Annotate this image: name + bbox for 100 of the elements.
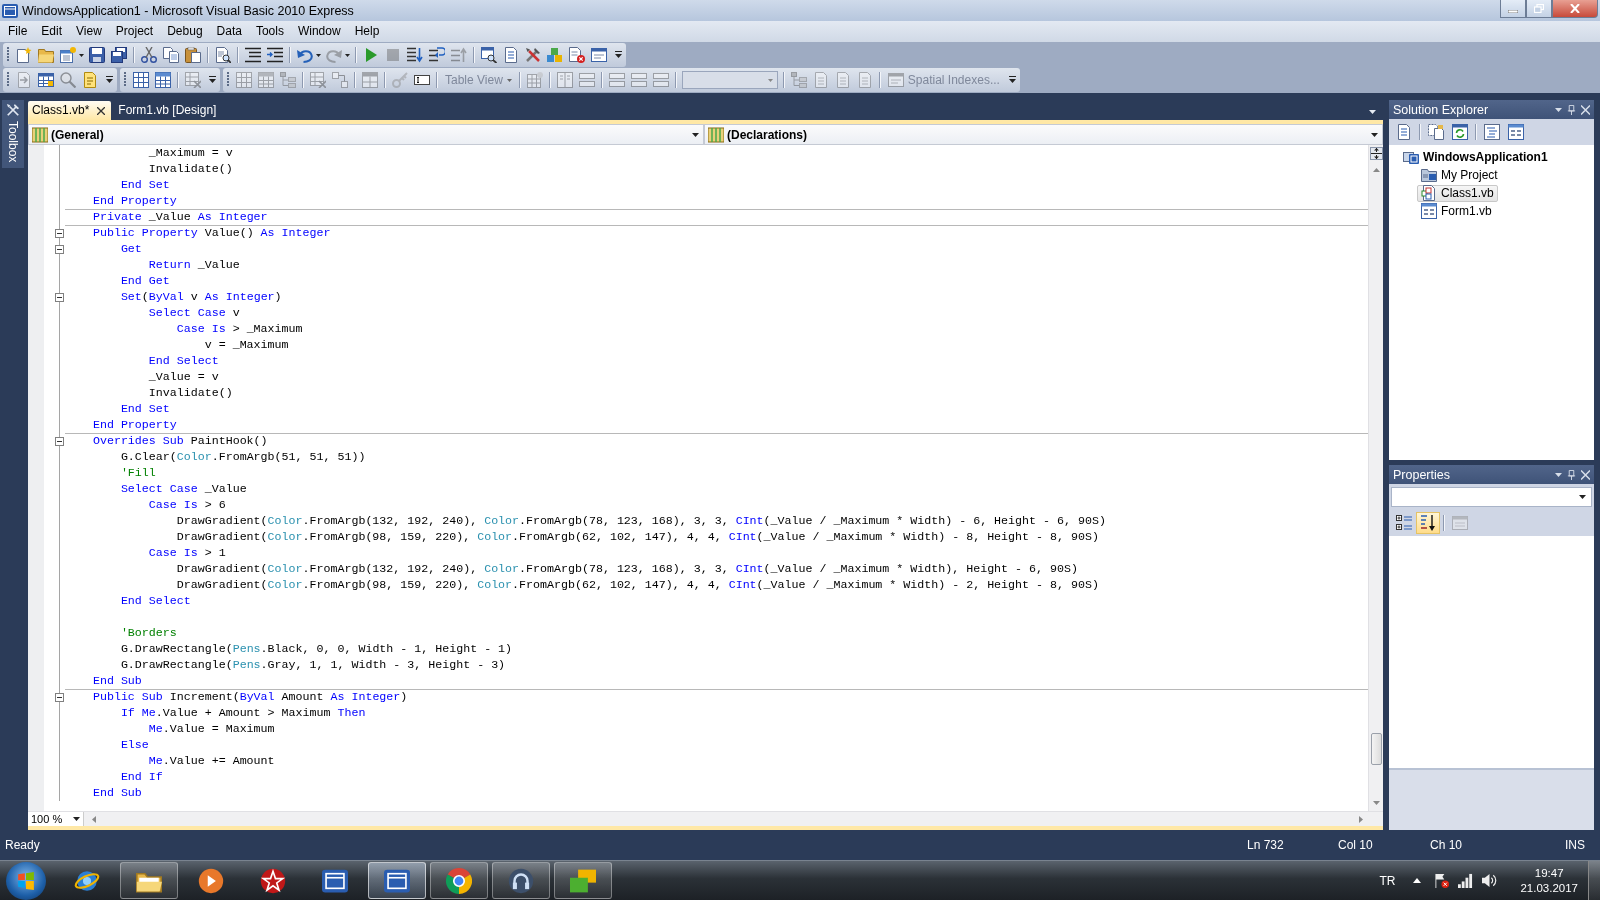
tree-item[interactable]: Class1.vb [1417,184,1498,202]
grip-icon[interactable] [7,47,10,63]
taskbar-button[interactable] [492,862,550,899]
toolbar-button[interactable] [478,44,500,66]
toolbar-button[interactable] [86,44,108,66]
overflow-icon[interactable] [1008,76,1016,84]
collapse-icon[interactable] [55,228,64,238]
caret-icon [316,53,321,57]
rows-icon [578,72,595,88]
tools-icon [525,47,541,63]
overflow-icon[interactable] [106,76,113,84]
caret-icon[interactable] [1555,107,1562,112]
menu-item[interactable]: Window [290,21,348,42]
restore-button[interactable] [1526,0,1552,18]
menu-item[interactable]: Debug [160,21,210,42]
scroll-thumb[interactable] [1370,733,1382,765]
menu-item[interactable]: Help [347,21,387,42]
zoom-dropdown[interactable]: 100 % [28,812,84,826]
overflow-icon[interactable] [209,76,216,84]
code-line: Case Is > _Maximum [176,322,303,335]
caret-up-icon[interactable] [1413,878,1422,883]
app-icon [384,867,410,894]
status-message: Ready [4,838,41,852]
vertical-scrollbar[interactable] [1368,145,1383,811]
taskbar-button[interactable] [554,862,612,899]
member-dropdown[interactable]: (General) [28,124,704,145]
language-indicator[interactable]: TR [1379,873,1396,888]
pages-icon [1428,124,1444,140]
grip-icon[interactable] [227,72,230,88]
code-line: G.Clear(Color.FromArgb(51, 51, 51)) [120,450,366,463]
lines-arrow-icon [429,47,445,63]
class-icon [708,126,724,143]
pin-icon[interactable] [1567,104,1576,115]
document-tab[interactable]: Class1.vb* [28,101,112,120]
collapse-icon[interactable] [55,436,64,446]
left-arrow-icon[interactable] [92,815,96,823]
code-line: Else [120,738,149,751]
window-magnifier-icon [481,47,497,63]
down-arrow-icon[interactable] [1372,801,1380,805]
window-title: WindowsApplication1 - Microsoft Visual Basic 2010 Express [22,3,354,18]
tree-item[interactable]: My Project [1417,166,1502,184]
columns-icon [556,72,573,88]
minimize-button[interactable] [1500,0,1526,18]
window-icon [591,47,607,63]
toolbar-button[interactable] [152,69,174,91]
start-button[interactable] [6,861,46,900]
caret-icon[interactable] [1555,472,1562,477]
show-desktop-button[interactable] [1588,861,1600,900]
tree-item[interactable]: WindowsApplication1 [1399,148,1552,166]
minimize-icon [1508,10,1518,13]
taskbar-button[interactable] [430,862,488,899]
table-icon [38,72,54,88]
up-arrow-icon[interactable] [1372,168,1380,172]
menu-item[interactable]: Project [108,21,161,42]
clock-time[interactable]: 19:47 [1534,865,1564,881]
toolbar-button[interactable] [130,69,152,91]
collapse-icon[interactable] [55,692,64,702]
pin-icon[interactable] [1567,469,1576,480]
overflow-icon[interactable] [615,51,622,59]
toolbar-button[interactable] [108,44,130,66]
speaker-icon[interactable] [1482,873,1498,888]
caret-icon[interactable] [1369,110,1376,114]
code-line: DrawGradient(Color.FromArgb(132, 192, 240), Color.FromArgb(78, 123, 168), 3, 3, CInt(_Value / _Maximum * Width) - 6, Height - 6, 90S) [176,514,1106,527]
taskbar-button[interactable] [368,862,426,899]
caret-icon [1371,132,1378,137]
collapse-icon[interactable] [55,244,64,254]
toolbar-button[interactable] [182,44,204,66]
sort-arrow-icon [1420,515,1436,531]
play-icon [198,867,224,894]
tree-icon [280,72,296,88]
key-icon [392,72,408,88]
flag-icon[interactable] [1434,873,1450,888]
grid-icon [258,72,274,88]
split-icon[interactable] [1369,147,1383,160]
menu-item[interactable]: File [1,21,35,42]
code-line: Invalidate() [148,162,233,175]
text-field-icon [414,72,430,88]
menu-item[interactable]: View [69,21,109,42]
close-button[interactable] [1552,0,1598,18]
insert-mode: INS [1565,838,1586,852]
toolbar-button[interactable] [1416,512,1440,534]
code-line: End Select [148,354,219,367]
signal-icon[interactable] [1458,873,1474,888]
grip-icon[interactable] [7,72,10,88]
line-number: Ln 732 [1247,838,1285,852]
member-dropdown[interactable]: (Declarations) [704,124,1383,145]
taskbar-button[interactable] [120,862,178,899]
clock-date[interactable]: 21.03.2017 [1520,880,1578,896]
right-arrow-icon[interactable] [1359,815,1363,823]
menu-item[interactable]: Tools [248,21,291,42]
collapse-icon[interactable] [55,292,64,302]
toolbox-tab[interactable]: Toolbox [2,100,24,169]
grip-icon[interactable] [124,72,127,88]
close-icon[interactable] [97,106,106,115]
menu-item[interactable]: Data [209,21,249,42]
menu-item[interactable]: Edit [34,21,70,42]
tree-item[interactable]: Form1.vb [1417,202,1496,220]
document-tab[interactable]: Form1.vb [Design] [114,101,223,120]
code-line: Invalidate() [148,386,233,399]
new-file-icon [16,47,32,63]
